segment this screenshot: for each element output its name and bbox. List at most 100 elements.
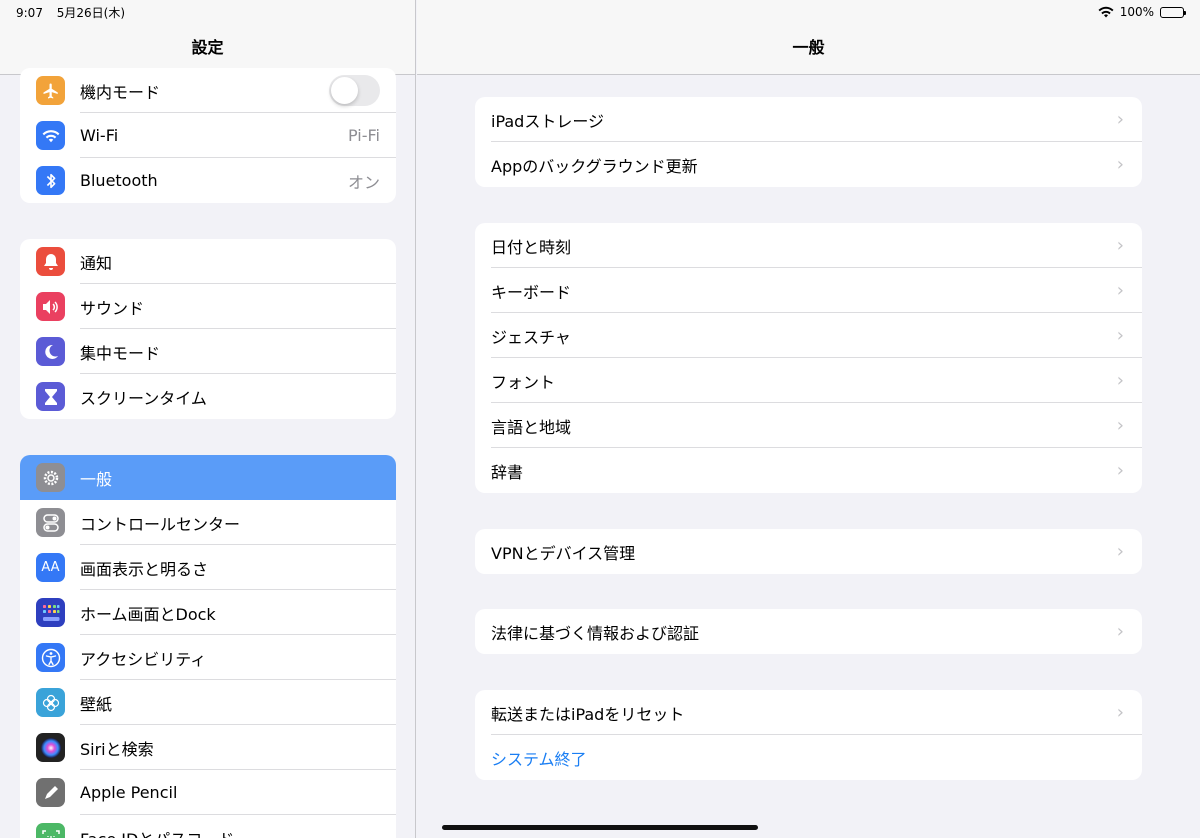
- sidebar-item-apple-pencil[interactable]: Apple Pencil: [20, 770, 396, 815]
- sidebar-item-label: アクセシビリティ: [80, 649, 207, 669]
- row-transfer-reset[interactable]: 転送またはiPadをリセット ›: [475, 690, 1142, 735]
- section-legal: 法律に基づく情報および認証 ›: [475, 609, 1142, 654]
- sidebar-item-label: Wi-Fi: [80, 126, 119, 145]
- sidebar-item-wifi[interactable]: Wi-Fi Pi-Fi: [20, 113, 396, 158]
- wifi-status-icon: [1098, 6, 1114, 18]
- row-label: 辞書: [491, 462, 524, 482]
- bluetooth-value: オン: [347, 172, 380, 192]
- sidebar-title: 設定: [191, 38, 224, 57]
- detail-title: 一般: [792, 38, 825, 57]
- section-vpn: VPNとデバイス管理 ›: [475, 529, 1142, 574]
- row-dictionary[interactable]: 辞書 ›: [475, 448, 1142, 493]
- sidebar-item-label: 壁紙: [80, 694, 113, 714]
- sidebar-item-label: サウンド: [80, 298, 145, 318]
- settings-sidebar: 設定 機内モード Wi-Fi Pi-Fi Bluetooth オン 通知 サウン…: [0, 0, 416, 838]
- sidebar-item-siri[interactable]: Siriと検索: [20, 725, 396, 770]
- sidebar-group-connectivity: 機内モード Wi-Fi Pi-Fi Bluetooth オン: [20, 68, 396, 203]
- chevron-right-icon: ›: [1116, 325, 1124, 346]
- row-date-time[interactable]: 日付と時刻 ›: [475, 223, 1142, 268]
- chevron-right-icon: ›: [1116, 621, 1124, 642]
- row-label: ジェスチャ: [491, 327, 571, 347]
- faceid-icon: [36, 823, 65, 838]
- row-label: キーボード: [491, 282, 572, 302]
- sidebar-item-bluetooth[interactable]: Bluetooth オン: [20, 158, 396, 203]
- pencil-icon: [36, 778, 65, 807]
- row-legal-regulatory[interactable]: 法律に基づく情報および認証 ›: [475, 609, 1142, 654]
- sidebar-item-label: Bluetooth: [80, 171, 158, 190]
- sidebar-item-label: Siriと検索: [80, 739, 154, 759]
- sidebar-item-label: ホーム画面とDock: [80, 604, 216, 624]
- airplane-toggle[interactable]: [329, 75, 380, 106]
- control-center-icon: [36, 508, 65, 537]
- home-indicator[interactable]: [442, 825, 758, 830]
- section-input: 日付と時刻 › キーボード › ジェスチャ › フォント › 言語と地域 › 辞…: [475, 223, 1142, 493]
- row-keyboard[interactable]: キーボード ›: [475, 268, 1142, 313]
- row-label: 言語と地域: [491, 417, 572, 437]
- sidebar-item-label: 一般: [80, 469, 113, 489]
- sidebar-item-sound[interactable]: サウンド: [20, 284, 396, 329]
- sidebar-item-label: 集中モード: [80, 343, 161, 363]
- home-screen-icon: [36, 598, 65, 627]
- row-label: フォント: [491, 372, 556, 392]
- shutdown-label: システム終了: [491, 749, 587, 769]
- chevron-right-icon: ›: [1116, 109, 1124, 130]
- sidebar-item-home-screen[interactable]: ホーム画面とDock: [20, 590, 396, 635]
- siri-icon: [36, 733, 65, 762]
- sidebar-item-control-center[interactable]: コントロールセンター: [20, 500, 396, 545]
- display-icon: AA: [36, 553, 65, 582]
- status-time: 9:07: [16, 5, 43, 20]
- sidebar-item-label: スクリーンタイム: [80, 388, 207, 408]
- chevron-right-icon: ›: [1116, 370, 1124, 391]
- sidebar-item-label: 画面表示と明るさ: [80, 559, 209, 579]
- row-label: 日付と時刻: [491, 237, 572, 257]
- row-vpn-device-management[interactable]: VPNとデバイス管理 ›: [475, 529, 1142, 574]
- row-label: iPadストレージ: [491, 111, 605, 131]
- chevron-right-icon: ›: [1116, 235, 1124, 256]
- row-label: 法律に基づく情報および認証: [491, 623, 700, 643]
- chevron-right-icon: ›: [1116, 460, 1124, 481]
- bell-icon: [36, 247, 65, 276]
- row-background-app-refresh[interactable]: Appのバックグラウンド更新 ›: [475, 142, 1142, 187]
- chevron-right-icon: ›: [1116, 280, 1124, 301]
- battery-icon: [1160, 6, 1186, 18]
- status-date: 5月26日(木): [56, 5, 126, 20]
- status-right: 100%: [1098, 5, 1186, 19]
- sidebar-item-accessibility[interactable]: アクセシビリティ: [20, 635, 396, 680]
- airplane-icon: [36, 76, 65, 105]
- status-left: 9:07 5月26日(木): [16, 4, 135, 21]
- row-label: 転送またはiPadをリセット: [491, 704, 685, 724]
- row-ipad-storage[interactable]: iPadストレージ ›: [475, 97, 1142, 142]
- sidebar-item-label: Apple Pencil: [80, 783, 178, 802]
- speaker-icon: [36, 292, 65, 321]
- bluetooth-icon: [36, 166, 65, 195]
- status-bar: 9:07 5月26日(木) 100%: [0, 0, 1200, 24]
- sidebar-item-general[interactable]: 一般: [20, 455, 396, 500]
- section-storage: iPadストレージ › Appのバックグラウンド更新 ›: [475, 97, 1142, 187]
- chevron-right-icon: ›: [1116, 541, 1124, 562]
- sidebar-item-label: 通知: [80, 253, 113, 273]
- accessibility-icon: [36, 643, 65, 672]
- sidebar-item-focus[interactable]: 集中モード: [20, 329, 396, 374]
- row-language-region[interactable]: 言語と地域 ›: [475, 403, 1142, 448]
- gear-icon: [36, 463, 65, 492]
- sidebar-item-label: 機内モード: [80, 82, 161, 102]
- row-fonts[interactable]: フォント ›: [475, 358, 1142, 403]
- battery-percent: 100%: [1119, 5, 1154, 19]
- shutdown-button[interactable]: システム終了: [475, 735, 1142, 780]
- sidebar-item-notifications[interactable]: 通知: [20, 239, 396, 284]
- sidebar-group-notifications: 通知 サウンド 集中モード スクリーンタイム: [20, 239, 396, 419]
- sidebar-item-airplane[interactable]: 機内モード: [20, 68, 396, 113]
- chevron-right-icon: ›: [1116, 415, 1124, 436]
- sidebar-item-screen-time[interactable]: スクリーンタイム: [20, 374, 396, 419]
- moon-icon: [36, 337, 65, 366]
- row-gestures[interactable]: ジェスチャ ›: [475, 313, 1142, 358]
- chevron-right-icon: ›: [1116, 154, 1124, 175]
- sidebar-item-wallpaper[interactable]: 壁紙: [20, 680, 396, 725]
- chevron-right-icon: ›: [1116, 702, 1124, 723]
- sidebar-item-faceid[interactable]: Face IDとパスコード: [20, 815, 396, 838]
- wifi-icon: [36, 121, 65, 150]
- hourglass-icon: [36, 382, 65, 411]
- sidebar-item-display[interactable]: AA 画面表示と明るさ: [20, 545, 396, 590]
- sidebar-group-general: 一般 コントロールセンター AA 画面表示と明るさ ホーム画面とDock アクセ…: [20, 455, 396, 838]
- row-label: Appのバックグラウンド更新: [491, 156, 698, 176]
